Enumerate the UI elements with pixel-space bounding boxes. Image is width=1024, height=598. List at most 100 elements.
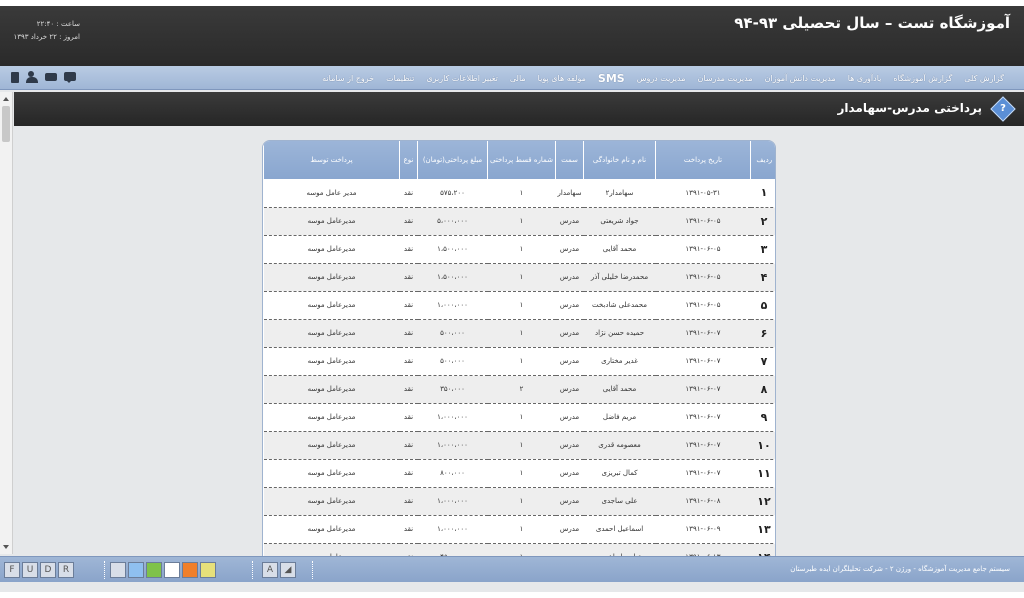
color-swatch[interactable] xyxy=(182,562,198,578)
table-cell: مدرس xyxy=(555,375,584,404)
clock: ساعت : ۲۲:۴۰ امروز : ۲۲ خرداد ۱۳۹۳ xyxy=(10,18,80,44)
table-cell: ۱۳۹۱-۰۶-۰۸ xyxy=(655,487,751,516)
document-icon[interactable] xyxy=(10,71,20,84)
scroll-up-icon[interactable] xyxy=(3,94,9,101)
column-header[interactable]: پرداخت توسط xyxy=(263,141,400,179)
table-cell: ۱۳۹۱-۰۵-۳۱ xyxy=(655,179,751,208)
table-cell: ۲ xyxy=(750,207,775,236)
color-swatch[interactable] xyxy=(164,562,180,578)
table-row[interactable]: ۱۰ ۱۳۹۱-۰۶-۰۷ معصومه قدری مدرس ۱ ۱،۰۰۰،۰۰۰ نقد… xyxy=(263,431,775,460)
menu-item[interactable]: یادآوری ها xyxy=(842,74,888,83)
payments-table-panel: ردیف تاریخ پرداخت نام و نام خانوادگی سمت شما… xyxy=(262,140,776,560)
menu-item[interactable]: مدیریت مدرسان xyxy=(692,74,759,83)
menu-item[interactable]: SMS xyxy=(592,72,631,85)
shortcut-key-button[interactable]: D xyxy=(40,562,56,578)
table-cell: ۱،۵۰۰،۰۰۰ xyxy=(417,263,488,292)
table-row[interactable]: ۱ ۱۳۹۱-۰۵-۳۱ سهامدار۲ سهامدار ۱ ۵۷۵،۲۰۰ نقد مدی… xyxy=(263,179,775,208)
column-header[interactable]: شماره قسط پرداختی xyxy=(487,141,556,179)
table-cell: مدرس xyxy=(555,431,584,460)
table-row[interactable]: ۹ ۱۳۹۱-۰۶-۰۷ مریم فاضل مدرس ۱ ۱،۰۰۰،۰۰۰ نقد مدی… xyxy=(263,403,775,432)
table-cell: مدیرعامل موسه xyxy=(263,319,400,348)
message-icon[interactable] xyxy=(45,71,58,84)
scroll-thumb[interactable] xyxy=(2,106,10,142)
table-cell: ۱ xyxy=(487,263,556,292)
table-cell: مدیرعامل موسه xyxy=(263,375,400,404)
color-swatch[interactable] xyxy=(128,562,144,578)
menu-item[interactable]: مدیریت دروس xyxy=(631,74,692,83)
menu-item[interactable]: گزارش آموزشگاه xyxy=(887,74,958,83)
table-cell: ۱،۰۰۰،۰۰۰ xyxy=(417,431,488,460)
table-cell: ۱ xyxy=(487,347,556,376)
table-row[interactable]: ۱۱ ۱۳۹۱-۰۶-۰۷ کمال تبریزی مدرس ۱ ۸۰۰،۰۰۰ نقد مد… xyxy=(263,459,775,488)
table-cell: مدیرعامل موسه xyxy=(263,515,400,544)
table-cell: ۱۳ xyxy=(750,515,775,544)
table-row[interactable]: ۶ ۱۳۹۱-۰۶-۰۷ حمیده حسن نژاد مدرس ۱ ۵۰۰،۰۰۰ نقد… xyxy=(263,319,775,348)
vertical-scrollbar[interactable] xyxy=(0,92,13,554)
menu-item[interactable]: مالی xyxy=(504,74,532,83)
table-cell: مدرس xyxy=(555,487,584,516)
menu-item[interactable]: تغییر اطلاعات کاربری xyxy=(420,74,504,83)
color-swatch[interactable] xyxy=(200,562,216,578)
table-cell: ۴ xyxy=(750,263,775,292)
table-cell: ۱ xyxy=(487,207,556,236)
table-cell: ۱۳۹۱-۰۶-۰۷ xyxy=(655,375,751,404)
misc-button[interactable]: ◢ xyxy=(280,562,296,578)
table-cell: ۱ xyxy=(487,319,556,348)
table-cell: مدرس xyxy=(555,347,584,376)
table-row[interactable]: ۱۲ ۱۳۹۱-۰۶-۰۸ علی ساجدی مدرس ۱ ۱،۰۰۰،۰۰۰ نقد مد… xyxy=(263,487,775,516)
table-cell: ۱۲ xyxy=(750,487,775,516)
header: آموزشگاه تست – سال تحصیلی ۹۳-۹۴ ساعت : ۲… xyxy=(0,6,1024,66)
table-row[interactable]: ۲ ۱۳۹۱-۰۶-۰۵ جواد شریعتی مدرس ۱ ۵،۰۰۰،۰۰۰ نقد م… xyxy=(263,207,775,236)
scroll-down-icon[interactable] xyxy=(3,545,9,552)
table-cell: ۱ xyxy=(487,515,556,544)
column-header[interactable]: نوع xyxy=(399,141,418,179)
table-cell: مدرس xyxy=(555,319,584,348)
app-window: آموزشگاه تست – سال تحصیلی ۹۳-۹۴ ساعت : ۲… xyxy=(0,6,1024,592)
table-cell: ۱ xyxy=(487,459,556,488)
table-cell: غدیر مختاری xyxy=(583,347,656,376)
table-row[interactable]: ۸ ۱۳۹۱-۰۶-۰۷ محمد آقایی مدرس ۲ ۳۵۰،۰۰۰ نقد مدیر… xyxy=(263,375,775,404)
color-swatch[interactable] xyxy=(110,562,126,578)
menu-item[interactable]: خروج از سامانه xyxy=(316,74,380,83)
menu-item[interactable]: مدیریت دانش آموزان xyxy=(759,74,842,83)
misc-button[interactable]: A xyxy=(262,562,278,578)
table-cell: مدیرعامل موسه xyxy=(263,347,400,376)
main-menu: گزارش کلی گزارش آموزشگاه یادآوری ها مدیریت … xyxy=(0,66,1024,90)
table-cell: ۱۳۹۱-۰۶-۰۷ xyxy=(655,347,751,376)
table-cell: حمیده حسن نژاد xyxy=(583,319,656,348)
chat-icon[interactable] xyxy=(64,71,77,84)
shortcut-key-button[interactable]: U xyxy=(22,562,38,578)
menu-item[interactable]: مولفه های پویا xyxy=(532,74,592,83)
column-header[interactable]: سمت xyxy=(555,141,584,179)
table-row[interactable]: ۴ ۱۳۹۱-۰۶-۰۵ محمدرضا خلیلی آذر مدرس ۱ ۱،۵۰۰،۰… xyxy=(263,263,775,292)
table-cell: مدرس xyxy=(555,403,584,432)
table-row[interactable]: ۳ ۱۳۹۱-۰۶-۰۵ محمد آقایی مدرس ۱ ۱،۵۰۰،۰۰۰ نقد مد… xyxy=(263,235,775,264)
table-header-row: ردیف تاریخ پرداخت نام و نام خانوادگی سمت شما… xyxy=(263,141,775,179)
shortcut-key-button[interactable]: F xyxy=(4,562,20,578)
column-header[interactable]: ردیف xyxy=(750,141,775,179)
table-cell: مدیر عامل موسه xyxy=(263,179,400,208)
column-header[interactable]: نام و نام خانوادگی xyxy=(583,141,656,179)
users-icon[interactable] xyxy=(26,71,39,84)
column-header[interactable]: تاریخ پرداخت xyxy=(655,141,751,179)
color-swatch[interactable] xyxy=(146,562,162,578)
shortcut-key-button[interactable]: R xyxy=(58,562,74,578)
page-title-bar: ? پرداختی مدرس-سهامدار xyxy=(14,92,1024,126)
school-title: آموزشگاه تست – سال تحصیلی ۹۳-۹۴ xyxy=(734,14,1010,32)
table-row[interactable]: ۵ ۱۳۹۱-۰۶-۰۵ محمدعلی شادبخت مدرس ۱ ۱،۰۰۰،۰۰۰ ن… xyxy=(263,291,775,320)
menu-item[interactable]: تنظیمات xyxy=(380,74,420,83)
table-cell: نقد xyxy=(399,263,418,292)
table-cell: ۱۰ xyxy=(750,431,775,460)
table-cell: محمد آقایی xyxy=(583,375,656,404)
misc-buttons: A ◢ xyxy=(262,562,296,578)
table-row[interactable]: ۱۳ ۱۳۹۱-۰۶-۰۹ اسماعیل احمدی مدرس ۱ ۱،۰۰۰،۰۰۰ ن… xyxy=(263,515,775,544)
table-cell: مدیرعامل موسه xyxy=(263,235,400,264)
column-header[interactable]: مبلغ پرداختی(تومان) xyxy=(417,141,488,179)
menu-item[interactable]: گزارش کلی xyxy=(958,74,1010,83)
help-icon[interactable]: ? xyxy=(990,96,1016,122)
table-row[interactable]: ۷ ۱۳۹۱-۰۶-۰۷ غدیر مختاری مدرس ۱ ۵۰۰،۰۰۰ نقد مدی… xyxy=(263,347,775,376)
footer-text: سیستم جامع مدیریت آموزشگاه - ورژن ۲ - شر… xyxy=(790,565,1010,573)
table-cell: ۵۰۰،۰۰۰ xyxy=(417,319,488,348)
menu-items: گزارش کلی گزارش آموزشگاه یادآوری ها مدیریت … xyxy=(316,66,1010,90)
table-cell: ۱،۰۰۰،۰۰۰ xyxy=(417,487,488,516)
